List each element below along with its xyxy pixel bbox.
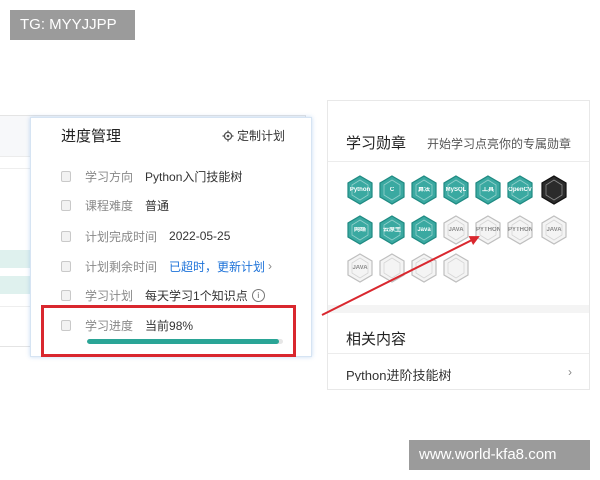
direction-icon: [61, 170, 71, 182]
badge-label: 网络: [353, 226, 366, 233]
badge-label: C: [389, 186, 395, 193]
badge-hexagon: [411, 253, 437, 283]
badge-hexagon: [443, 253, 469, 283]
badge-hexagon: [379, 253, 405, 283]
badge-icon[interactable]: [442, 253, 470, 283]
related-title: 相关内容: [346, 331, 407, 348]
badge-icon[interactable]: 算法: [410, 175, 438, 205]
related-item-label: Python进阶技能树: [346, 368, 452, 381]
info-icon[interactable]: i: [251, 288, 265, 302]
badges-title: 学习勋章: [346, 135, 407, 152]
badge-label: MySQL: [445, 186, 467, 193]
badge-label: PYTHON: [508, 226, 532, 233]
badges-subtitle: 开始学习点亮你的专属勋章: [426, 137, 571, 151]
clock-icon: [61, 260, 71, 272]
row-value: 每天学习1个知识点: [145, 288, 248, 303]
row-label: 学习方向: [85, 169, 134, 184]
badge-label: JAVA: [546, 226, 562, 233]
badge-icon[interactable]: 工具: [474, 175, 502, 205]
badge-icon[interactable]: C: [378, 175, 406, 205]
row-value: Python入门技能树: [145, 169, 243, 184]
annotation-highlight-box: [41, 305, 296, 357]
badge-label: 算法: [417, 186, 430, 193]
row-learning-direction: 学习方向 Python入门技能树: [61, 166, 301, 186]
badge-icon[interactable]: [378, 253, 406, 283]
custom-plan-label: 定制计划: [236, 129, 285, 143]
row-label: 计划完成时间: [85, 229, 158, 244]
badge-label: JAVA: [352, 264, 368, 271]
badge-icon[interactable]: MySQL: [442, 175, 470, 205]
badge-label: OpenCV: [508, 186, 532, 193]
chevron-right-icon[interactable]: ›: [268, 259, 272, 273]
watermark-bottom: www.world-kfa8.com: [409, 440, 590, 470]
gear-icon: [222, 130, 234, 141]
badge-icon[interactable]: PYTHON: [506, 215, 534, 245]
badge-hexagon: [541, 175, 567, 205]
section-separator: [328, 305, 589, 313]
badge-label: 云原生: [382, 226, 401, 233]
sidebar-panel: 学习勋章 开始学习点亮你的专属勋章 Python C 算法 MySQL 工具 OpenCV…: [327, 100, 590, 390]
row-plan-finish-date: 计划完成时间 2022-05-25: [61, 226, 301, 246]
row-learning-plan: 学习计划 每天学习1个知识点 i: [61, 285, 301, 305]
related-item[interactable]: Python进阶技能树 ›: [346, 365, 572, 381]
badge-icon[interactable]: Java: [410, 215, 438, 245]
badge-icon[interactable]: PYTHON: [474, 215, 502, 245]
row-label: 学习计划: [85, 288, 134, 303]
badge-icon[interactable]: JAVA: [442, 215, 470, 245]
page: 进度管理 定制计划 学习方向 Python入门技能树 课程难度 普通 计划完成时…: [0, 0, 600, 480]
badge-label: JAVA: [448, 226, 464, 233]
badge-label: Java: [417, 226, 431, 233]
related-divider: [328, 353, 589, 354]
plan-icon: [61, 289, 71, 301]
calendar-icon: [61, 230, 71, 242]
row-plan-remaining-time: 计划剩余时间 已超时， 更新计划 ›: [61, 256, 301, 276]
badge-icon[interactable]: 云原生: [378, 215, 406, 245]
row-course-difficulty: 课程难度 普通: [61, 195, 301, 215]
watermark-top: TG: MYYJJPP: [10, 10, 135, 40]
badge-label: Python: [349, 186, 371, 193]
chevron-right-icon: ›: [568, 365, 572, 379]
overdue-status: 已超时，: [169, 259, 218, 274]
update-plan-link[interactable]: 更新计划: [217, 258, 265, 275]
row-label: 计划剩余时间: [85, 259, 158, 274]
badge-label: 工具: [481, 186, 494, 193]
badge-icon[interactable]: Python: [346, 175, 374, 205]
difficulty-icon: [61, 199, 71, 211]
badge-icon[interactable]: OpenCV: [506, 175, 534, 205]
badge-icon[interactable]: JAVA: [540, 215, 568, 245]
custom-plan-button[interactable]: 定制计划: [222, 127, 285, 144]
badge-icon[interactable]: [410, 253, 438, 283]
badge-icon[interactable]: 网络: [346, 215, 374, 245]
row-value: 2022-05-25: [169, 229, 231, 243]
badge-label: PYTHON: [476, 226, 500, 233]
row-label: 课程难度: [85, 198, 134, 213]
badge-icon[interactable]: JAVA: [346, 253, 374, 283]
badge-icon[interactable]: [540, 175, 568, 205]
row-value: 普通: [145, 198, 170, 213]
badges-divider: [328, 161, 589, 162]
card-title: 进度管理: [61, 128, 122, 145]
